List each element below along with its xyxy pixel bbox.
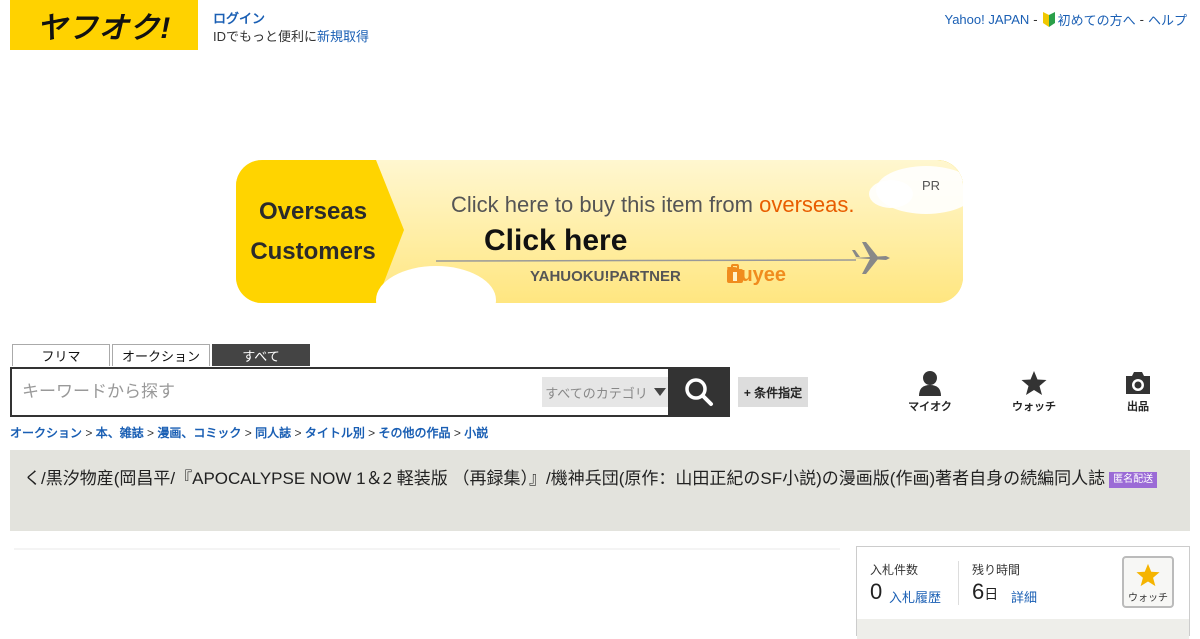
my-auction-button[interactable]: マイオク bbox=[900, 370, 960, 414]
remaining-time-unit: 日 bbox=[984, 586, 999, 602]
breadcrumb-item[interactable]: 漫画、コミック bbox=[157, 426, 241, 440]
buyee-logo: Buyee bbox=[726, 264, 786, 287]
buyee-bag-icon bbox=[727, 264, 743, 283]
register-link[interactable]: 新規取得 bbox=[317, 29, 369, 44]
bids-value: 0 bbox=[870, 579, 883, 604]
tab-furima[interactable]: フリマ bbox=[12, 344, 110, 366]
category-select-label: すべてのカテゴリ bbox=[545, 385, 648, 401]
chevron-down-icon bbox=[653, 388, 666, 396]
search-icon bbox=[685, 378, 713, 406]
watch-button[interactable]: ウォッチ bbox=[1122, 556, 1174, 608]
condition-button[interactable]: + 条件指定 bbox=[738, 377, 808, 407]
camera-icon bbox=[1126, 372, 1150, 394]
breadcrumb-item[interactable]: タイトル別 bbox=[305, 426, 365, 440]
breadcrumb-item[interactable]: 同人誌 bbox=[255, 426, 291, 440]
banner-buy-highlight: overseas. bbox=[759, 192, 855, 217]
remaining-time-value: 6 bbox=[972, 579, 985, 604]
search-button[interactable] bbox=[668, 367, 730, 417]
item-title: く/黒汐物産(岡昌平/『APOCALYPSE NOW 1＆2 軽装版 （再録集）… bbox=[24, 469, 1106, 488]
yahuoku-logo[interactable]: ヤフオク! bbox=[10, 0, 198, 50]
bid-history-link[interactable]: 入札履歴 bbox=[889, 587, 941, 606]
my-auction-label: マイオク bbox=[908, 401, 952, 413]
panel-divider bbox=[958, 561, 959, 605]
item-title-bar: く/黒汐物産(岡昌平/『APOCALYPSE NOW 1＆2 軽装版 （再録集）… bbox=[10, 450, 1190, 531]
banner-buy-prefix: Click here to buy this item from bbox=[451, 192, 760, 217]
breadcrumb: オークション > 本、雑誌 > 漫画、コミック > 同人誌 > タイトル別 > … bbox=[10, 426, 489, 440]
login-sub-text: IDでもっと便利に bbox=[213, 29, 318, 44]
separator: - bbox=[1033, 12, 1038, 27]
sell-button[interactable]: 出品 bbox=[1108, 370, 1168, 414]
star-icon bbox=[1136, 563, 1160, 587]
beginner-link[interactable]: 初めての方へ bbox=[1042, 10, 1136, 29]
buyee-overseas-banner[interactable]: Overseas Customers Click here to buy thi… bbox=[236, 160, 963, 303]
banner-click-here[interactable]: Click here bbox=[484, 224, 627, 258]
panel-footer bbox=[857, 619, 1189, 639]
watch-nav-label: ウォッチ bbox=[1012, 401, 1056, 413]
user-icon bbox=[919, 371, 941, 396]
breadcrumb-item[interactable]: 小説 bbox=[464, 426, 488, 440]
search-box: すべてのカテゴリ bbox=[10, 367, 730, 417]
bids-label: 入札件数 bbox=[870, 563, 919, 577]
yahoo-japan-link[interactable]: Yahoo! JAPAN bbox=[944, 12, 1029, 27]
tab-auction[interactable]: オークション bbox=[112, 344, 210, 366]
beginner-mark-icon bbox=[1042, 12, 1055, 27]
star-icon bbox=[1021, 371, 1047, 395]
breadcrumb-item[interactable]: 本、雑誌 bbox=[96, 426, 144, 440]
breadcrumb-item[interactable]: オークション bbox=[10, 426, 82, 440]
breadcrumb-item[interactable]: その他の作品 bbox=[379, 426, 451, 440]
remaining-time: 6日 bbox=[972, 579, 998, 605]
pr-label: PR bbox=[922, 178, 941, 193]
remaining-time-label: 残り時間 bbox=[972, 563, 1021, 577]
separator: - bbox=[1139, 12, 1144, 27]
beginner-link-label: 初めての方へ bbox=[1057, 13, 1136, 28]
banner-overseas-text: Overseas bbox=[258, 198, 368, 225]
search-scope-tabs: フリマ オークション すべて bbox=[12, 344, 310, 366]
tab-all[interactable]: すべて bbox=[212, 344, 310, 366]
help-link[interactable]: ヘルプ bbox=[1148, 10, 1187, 29]
bid-panel: 入札件数 0 入札履歴 残り時間 6日 詳細 ウォッチ bbox=[856, 546, 1190, 639]
watch-button-label: ウォッチ bbox=[1128, 593, 1168, 604]
item-title-wrapper: く/黒汐物産(岡昌平/『APOCALYPSE NOW 1＆2 軽装版 （再録集）… bbox=[24, 466, 1170, 492]
watch-nav-button[interactable]: ウォッチ bbox=[1004, 370, 1064, 414]
search-input[interactable] bbox=[12, 371, 534, 413]
login-area: ログイン IDでもっと便利に新規取得 bbox=[213, 10, 369, 46]
banner-buy-text: Click here to buy this item from oversea… bbox=[451, 192, 855, 218]
top-links: Yahoo! JAPAN - 初めての方へ - ヘルプ bbox=[944, 10, 1187, 29]
banner-partner-text: YAHUOKU!PARTNER bbox=[530, 268, 681, 285]
sell-label: 出品 bbox=[1127, 401, 1149, 413]
anonymous-shipping-badge: 匿名配送 bbox=[1109, 471, 1158, 488]
category-select[interactable]: すべてのカテゴリ bbox=[542, 377, 669, 407]
banner-customers-text: Customers bbox=[250, 238, 376, 265]
time-detail-link[interactable]: 詳細 bbox=[1011, 587, 1037, 606]
banner-left-text: Overseas Customers bbox=[248, 192, 378, 272]
item-image-area bbox=[14, 548, 840, 550]
login-link[interactable]: ログイン bbox=[213, 11, 265, 26]
